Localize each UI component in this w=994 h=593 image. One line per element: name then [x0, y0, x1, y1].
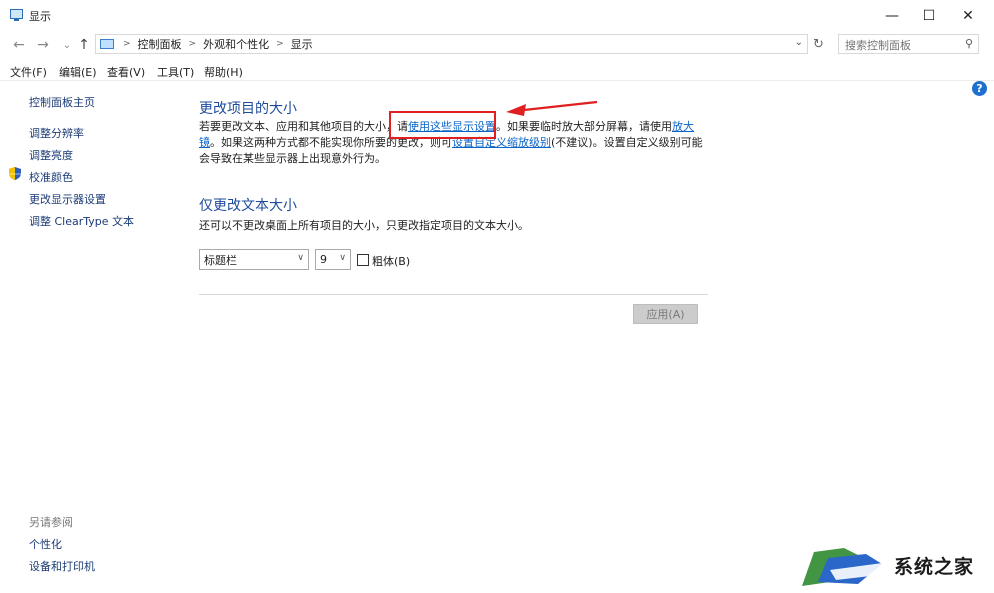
back-arrow-icon[interactable]: ←	[10, 36, 28, 54]
chevron-right-icon: >	[123, 39, 131, 49]
maximize-button[interactable]: ☐	[909, 0, 949, 31]
display-app-icon	[10, 9, 23, 21]
menu-edit[interactable]: 编辑(E)	[59, 64, 97, 80]
chevron-right-icon: >	[276, 39, 284, 49]
divider	[199, 294, 708, 295]
recent-locations-icon[interactable]: ⌄	[58, 36, 76, 54]
item-type-select[interactable]: 标题栏 ∨	[199, 249, 309, 270]
search-icon[interactable]: ⚲	[965, 37, 973, 50]
breadcrumb-control-panel[interactable]: 控制面板	[138, 36, 182, 52]
help-icon[interactable]: ?	[972, 81, 987, 96]
sidebar-item-resolution[interactable]: 调整分辨率	[29, 125, 84, 141]
bold-checkbox[interactable]	[357, 254, 369, 266]
see-also-title: 另请参阅	[29, 516, 73, 529]
watermark-text: 系统之家	[894, 556, 975, 578]
address-bar-row: ← → ⌄ ↑ > 控制面板 > 外观和个性化 > 显示 ⌄ ↻ ⚲	[0, 31, 994, 59]
annotation-arrow-icon	[506, 100, 598, 116]
chevron-right-icon: >	[188, 39, 197, 49]
font-size-select[interactable]: 9 ∨	[315, 249, 351, 270]
menu-file[interactable]: 文件(F)	[10, 64, 47, 80]
font-size-value: 9	[320, 253, 327, 266]
minimize-button[interactable]: —	[872, 0, 912, 31]
up-arrow-icon[interactable]: ↑	[75, 36, 93, 54]
item-type-value: 标题栏	[204, 253, 237, 267]
section-change-item-size-title: 更改项目的大小	[199, 101, 297, 117]
apply-button[interactable]: 应用(A)	[633, 304, 698, 324]
description-text: 。如果要临时放大部分屏幕，请使用	[496, 120, 672, 133]
sidebar-item-display-settings[interactable]: 更改显示器设置	[29, 191, 106, 207]
address-bar[interactable]: > 控制面板 > 外观和个性化 > 显示 ⌄	[95, 34, 808, 54]
see-also-devices-printers[interactable]: 设备和打印机	[29, 558, 95, 574]
search-box[interactable]: ⚲	[838, 34, 979, 55]
address-dropdown-icon[interactable]: ⌄	[795, 37, 803, 48]
menu-bar: 文件(F) 编辑(E) 查看(V) 工具(T) 帮助(H)	[0, 60, 994, 81]
menu-view[interactable]: 查看(V)	[107, 64, 145, 80]
sidebar-item-brightness[interactable]: 调整亮度	[29, 147, 73, 163]
shield-icon	[9, 167, 21, 180]
menu-help[interactable]: 帮助(H)	[204, 64, 243, 80]
description-text: 若要更改文本、应用和其他项目的大小，请	[199, 120, 408, 133]
sidebar-home-link[interactable]: 控制面板主页	[29, 94, 95, 110]
section-text-size-title: 仅更改文本大小	[199, 198, 297, 214]
window-title: 显示	[29, 10, 51, 23]
annotation-highlight-box	[389, 111, 496, 139]
sidebar-item-calibrate-color[interactable]: 校准颜色	[29, 169, 73, 185]
close-button[interactable]: ✕	[948, 0, 988, 31]
control-panel-icon	[100, 39, 114, 49]
forward-arrow-icon[interactable]: →	[34, 36, 52, 54]
text-size-description: 还可以不更改桌面上所有项目的大小，只更改指定项目的文本大小。	[199, 219, 529, 232]
breadcrumb-appearance[interactable]: 外观和个性化	[203, 36, 269, 52]
chevron-down-icon: ∨	[297, 253, 304, 263]
breadcrumb-display[interactable]: 显示	[291, 36, 313, 52]
search-input[interactable]	[839, 35, 967, 55]
title-bar: 显示 — ☐ ✕	[0, 0, 994, 31]
bold-checkbox-label[interactable]: 粗体(B)	[372, 253, 410, 269]
see-also-personalization[interactable]: 个性化	[29, 536, 62, 552]
chevron-down-icon: ∨	[339, 253, 346, 263]
refresh-icon[interactable]: ↻	[810, 34, 827, 54]
sidebar-item-cleartype[interactable]: 调整 ClearType 文本	[29, 213, 134, 229]
menu-tools[interactable]: 工具(T)	[157, 64, 194, 80]
